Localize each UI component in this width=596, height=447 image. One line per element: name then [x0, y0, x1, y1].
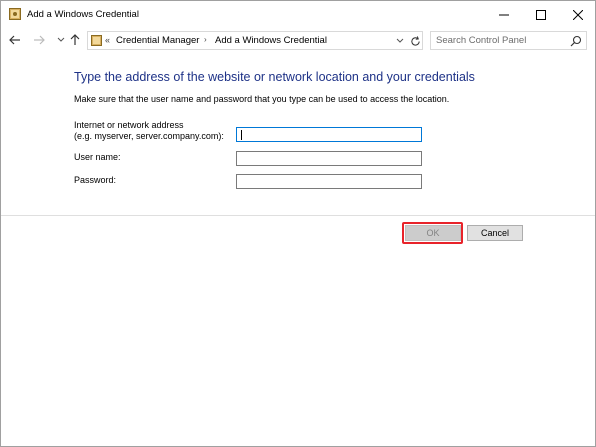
breadcrumb-separator[interactable]: › [204, 35, 207, 44]
ok-button[interactable]: OK [405, 225, 461, 241]
control-panel-icon [91, 35, 102, 46]
arrow-left-icon [9, 35, 20, 45]
credential-manager-icon [9, 8, 21, 20]
title-bar[interactable]: Add a Windows Credential [1, 1, 595, 28]
search-input[interactable] [436, 34, 566, 47]
address-dropdown-button[interactable] [395, 35, 405, 47]
search-icon[interactable] [570, 35, 582, 47]
refresh-icon [410, 35, 420, 46]
address-label-line1: Internet or network address [74, 120, 184, 130]
forward-button[interactable] [32, 33, 46, 47]
chevron-down-icon [57, 37, 65, 42]
minimize-icon [499, 14, 509, 15]
username-label: User name: [74, 152, 121, 162]
username-input[interactable] [236, 151, 422, 166]
breadcrumb-overflow[interactable]: « [105, 35, 110, 45]
cancel-button[interactable]: Cancel [467, 225, 523, 241]
text-caret [241, 130, 242, 140]
content-divider [1, 215, 595, 216]
maximize-button[interactable] [524, 1, 558, 28]
maximize-icon [536, 9, 546, 20]
back-button[interactable] [8, 33, 22, 47]
page-description: Make sure that the user name and passwor… [74, 94, 450, 104]
window-title: Add a Windows Credential [27, 9, 139, 20]
navigation-bar: « Credential Manager › Add a Windows Cre… [1, 28, 595, 52]
refresh-button[interactable] [408, 34, 422, 48]
up-button[interactable] [68, 33, 82, 47]
address-bar[interactable]: « Credential Manager › Add a Windows Cre… [87, 31, 423, 50]
address-label: Internet or network address (e.g. myserv… [74, 120, 224, 142]
arrow-up-icon [70, 34, 80, 45]
chevron-down-icon [396, 38, 404, 43]
address-label-line2: (e.g. myserver, server.company.com): [74, 131, 224, 141]
recent-locations-button[interactable] [54, 33, 68, 47]
breadcrumb-credential-manager[interactable]: Credential Manager [116, 35, 199, 46]
address-input[interactable] [236, 127, 422, 142]
credential-window: Add a Windows Credential « Credential Ma… [0, 0, 596, 447]
arrow-right-icon [34, 35, 45, 45]
close-button[interactable] [561, 1, 595, 28]
minimize-button[interactable] [487, 1, 521, 28]
page-heading: Type the address of the website or netwo… [74, 70, 475, 84]
search-box[interactable] [430, 31, 587, 50]
password-input[interactable] [236, 174, 422, 189]
password-label: Password: [74, 175, 117, 185]
breadcrumb-add-credential[interactable]: Add a Windows Credential [215, 35, 327, 46]
close-icon [573, 9, 583, 20]
